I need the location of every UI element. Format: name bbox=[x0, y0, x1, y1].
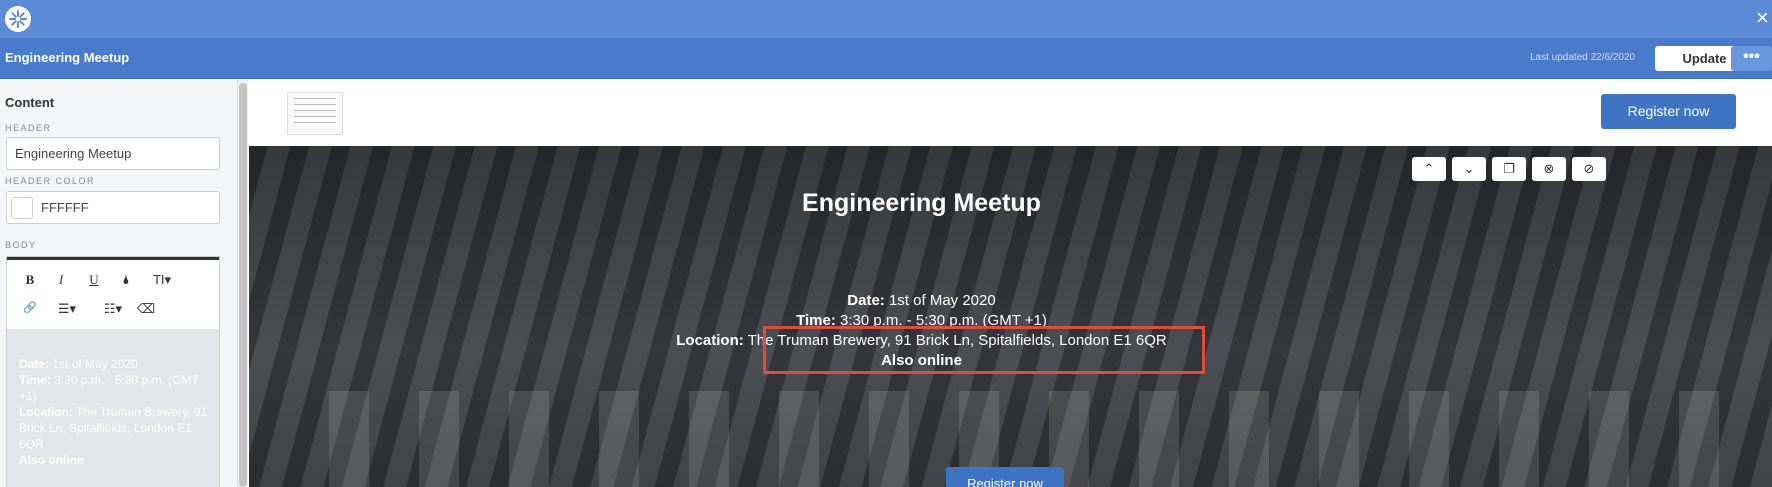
register-now-top-button[interactable]: Register now bbox=[1601, 94, 1736, 129]
text-size-button[interactable]: TI▾ bbox=[145, 272, 179, 288]
editor-date-value: 1st of May 2020 bbox=[49, 357, 138, 371]
title-bar: Engineering Meetup Last updated 22/6/202… bbox=[0, 38, 1772, 79]
hero-date-label: Date: bbox=[847, 292, 885, 309]
clear-format-icon[interactable]: ⌫ bbox=[135, 301, 157, 317]
editor-time-label: Time: bbox=[19, 373, 51, 387]
bullet-list-icon[interactable]: ☰▾ bbox=[51, 301, 83, 317]
close-icon[interactable]: × bbox=[1756, 6, 1772, 30]
editor-body-text[interactable]: Date: 1st of May 2020 Time: 3:30 p.m. - … bbox=[19, 356, 209, 468]
editor-location-label: Location: bbox=[19, 405, 73, 419]
page-thumbnail[interactable] bbox=[287, 92, 343, 135]
hero-date-line: Date: 1st of May 2020 bbox=[249, 292, 1594, 309]
content-sidebar: Content HEADER Engineering Meetup HEADER… bbox=[0, 80, 238, 487]
text-color-icon[interactable]: 🌢 bbox=[115, 272, 137, 288]
editor-toolbar: B I U 🌢 TI▾ 🔗 ☰▾ ☷▾ ⌫ bbox=[7, 257, 219, 329]
color-swatch[interactable] bbox=[11, 197, 33, 219]
more-options-button[interactable]: ••• bbox=[1731, 46, 1772, 71]
scroll-thumb[interactable] bbox=[239, 83, 247, 487]
delete-icon[interactable]: ⊗ bbox=[1532, 157, 1566, 181]
hero-date-value: 1st of May 2020 bbox=[884, 292, 996, 309]
header-color-value: FFFFFF bbox=[41, 200, 89, 215]
header-color-input[interactable]: FFFFFF bbox=[6, 191, 220, 224]
duplicate-icon[interactable]: ❐ bbox=[1492, 157, 1526, 181]
underline-button[interactable]: U bbox=[83, 272, 105, 288]
page-title: Engineering Meetup bbox=[5, 50, 130, 65]
hero-section[interactable]: Engineering Meetup Date: 1st of May 2020… bbox=[249, 146, 1772, 487]
editor-date-label: Date: bbox=[19, 357, 50, 371]
sidebar-heading: Content bbox=[5, 95, 55, 110]
preview-nav: Register now bbox=[249, 80, 1772, 146]
header-color-label: HEADER COLOR bbox=[5, 176, 96, 186]
body-label: BODY bbox=[5, 240, 37, 250]
register-now-hero-button[interactable]: Register now bbox=[946, 467, 1064, 487]
page-preview: Register now Engineering Meetup Date: 1s… bbox=[249, 80, 1772, 487]
italic-button[interactable]: I bbox=[50, 272, 72, 288]
link-icon[interactable]: 🔗 bbox=[19, 301, 41, 314]
hero-location-label: Location: bbox=[676, 332, 744, 349]
sidebar-scrollbar[interactable] bbox=[238, 80, 248, 487]
top-bar: × bbox=[0, 0, 1772, 38]
last-updated-text: Last updated 22/6/2020 bbox=[1530, 52, 1636, 63]
header-input[interactable]: Engineering Meetup bbox=[6, 137, 220, 170]
body-editor[interactable]: B I U 🌢 TI▾ 🔗 ☰▾ ☷▾ ⌫ Date: 1st of May 2… bbox=[6, 256, 220, 487]
app-logo-icon[interactable] bbox=[5, 6, 31, 32]
hide-icon[interactable]: ⊘ bbox=[1572, 157, 1606, 181]
bold-button[interactable]: B bbox=[19, 272, 41, 288]
hero-title: Engineering Meetup bbox=[802, 189, 1041, 217]
move-down-icon[interactable]: ⌄ bbox=[1452, 157, 1486, 181]
numbered-list-icon[interactable]: ☷▾ bbox=[97, 301, 129, 317]
header-label: HEADER bbox=[5, 123, 52, 133]
location-highlight-box bbox=[763, 326, 1205, 374]
move-up-icon[interactable]: ⌃ bbox=[1412, 157, 1446, 181]
editor-online-text: Also online bbox=[19, 453, 84, 467]
